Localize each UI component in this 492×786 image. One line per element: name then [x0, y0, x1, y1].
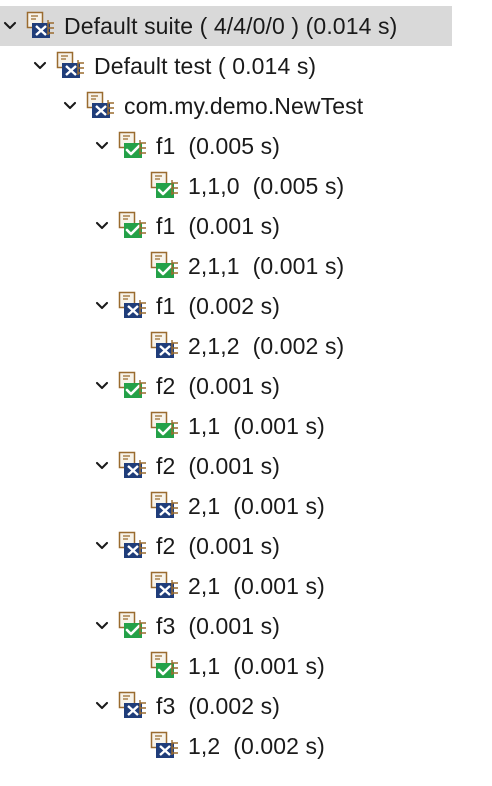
chevron-down-icon[interactable] [92, 206, 112, 246]
tree-row-label: f2 (0.001 s) [156, 453, 281, 479]
tree-row-method[interactable]: f3 (0.001 s) [92, 606, 280, 646]
tree-row-label: 1,1,0 (0.005 s) [188, 173, 345, 199]
tree-row-label: 2,1,2 (0.002 s) [188, 333, 345, 359]
tree-row-invocation[interactable]: 1,1 (0.001 s) [150, 646, 325, 686]
tree-row-label: 1,1 (0.001 s) [188, 653, 325, 679]
suite-error-icon [26, 11, 56, 41]
tree-row-class[interactable]: com.my.demo.NewTest [60, 86, 363, 126]
tree-row-invocation[interactable]: 1,1 (0.001 s) [150, 406, 325, 446]
test-error-icon [56, 51, 86, 81]
method-fail-icon [118, 691, 148, 721]
tree-row-label: f1 (0.001 s) [156, 213, 281, 239]
tree-row-method[interactable]: f2 (0.001 s) [92, 526, 280, 566]
tree-row-invocation[interactable]: 2,1,1 (0.001 s) [150, 246, 344, 286]
tree-row-label: f2 (0.001 s) [156, 373, 281, 399]
tree-row-label: Default test ( 0.014 s) [94, 53, 317, 79]
tree-row-label: 1,1 (0.001 s) [188, 413, 325, 439]
tree-row-label: 2,1,1 (0.001 s) [188, 253, 345, 279]
tree-row-label: Default suite ( 4/4/0/0 ) (0.014 s) [64, 13, 398, 39]
tree-row-invocation[interactable]: 1,1,0 (0.005 s) [150, 166, 344, 206]
tree-row-label: 1,2 (0.002 s) [188, 733, 325, 759]
invocation-pass-icon [150, 411, 180, 441]
tree-row-label: f1 (0.002 s) [156, 293, 281, 319]
chevron-down-icon[interactable] [92, 526, 112, 566]
tree-row-test[interactable]: Default test ( 0.014 s) [30, 46, 316, 86]
tree-row-invocation[interactable]: 2,1 (0.001 s) [150, 566, 325, 606]
tree-row-label: f3 (0.001 s) [156, 613, 281, 639]
chevron-down-icon[interactable] [0, 6, 20, 46]
method-pass-icon [118, 371, 148, 401]
method-pass-icon [118, 611, 148, 641]
invocation-fail-icon [150, 571, 180, 601]
invocation-pass-icon [150, 171, 180, 201]
tree-row-suite[interactable]: Default suite ( 4/4/0/0 ) (0.014 s) [0, 6, 452, 46]
chevron-down-icon[interactable] [92, 446, 112, 486]
tree-row-method[interactable]: f1 (0.002 s) [92, 286, 280, 326]
tree-row-invocation[interactable]: 2,1 (0.001 s) [150, 486, 325, 526]
tree-row-label: f1 (0.005 s) [156, 133, 281, 159]
invocation-fail-icon [150, 731, 180, 761]
chevron-down-icon[interactable] [92, 606, 112, 646]
test-results-tree: Default suite ( 4/4/0/0 ) (0.014 s) Defa… [0, 0, 492, 786]
tree-row-method[interactable]: f1 (0.001 s) [92, 206, 280, 246]
invocation-pass-icon [150, 251, 180, 281]
tree-row-label: f3 (0.002 s) [156, 693, 281, 719]
tree-row-invocation[interactable]: 1,2 (0.002 s) [150, 726, 325, 766]
tree-row-label: 2,1 (0.001 s) [188, 573, 325, 599]
tree-row-label: com.my.demo.NewTest [124, 93, 364, 119]
tree-row-invocation[interactable]: 2,1,2 (0.002 s) [150, 326, 344, 366]
method-pass-icon [118, 211, 148, 241]
method-fail-icon [118, 531, 148, 561]
chevron-down-icon[interactable] [92, 366, 112, 406]
chevron-down-icon[interactable] [60, 86, 80, 126]
invocation-pass-icon [150, 651, 180, 681]
tree-row-method[interactable]: f3 (0.002 s) [92, 686, 280, 726]
tree-row-label: f2 (0.001 s) [156, 533, 281, 559]
chevron-down-icon[interactable] [30, 46, 50, 86]
method-fail-icon [118, 291, 148, 321]
chevron-down-icon[interactable] [92, 686, 112, 726]
method-fail-icon [118, 451, 148, 481]
tree-row-method[interactable]: f1 (0.005 s) [92, 126, 280, 166]
invocation-fail-icon [150, 331, 180, 361]
chevron-down-icon[interactable] [92, 286, 112, 326]
chevron-down-icon[interactable] [92, 126, 112, 166]
tree-row-method[interactable]: f2 (0.001 s) [92, 366, 280, 406]
method-pass-icon [118, 131, 148, 161]
tree-row-method[interactable]: f2 (0.001 s) [92, 446, 280, 486]
tree-row-label: 2,1 (0.001 s) [188, 493, 325, 519]
class-error-icon [86, 91, 116, 121]
invocation-fail-icon [150, 491, 180, 521]
